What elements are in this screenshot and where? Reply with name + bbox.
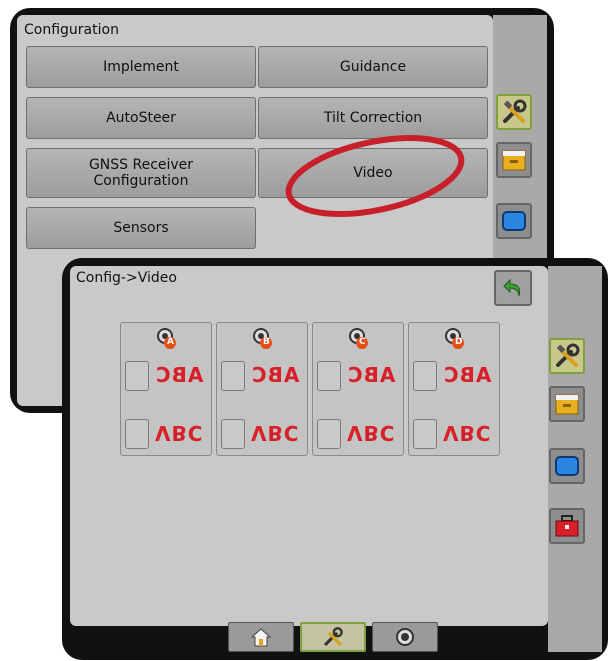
camera-a-checkbox-2[interactable]	[125, 419, 149, 449]
camera-c-checkbox-1[interactable]	[317, 361, 341, 391]
camera-column-b: B ABC VBC	[216, 322, 308, 456]
camera-label: C	[359, 337, 366, 347]
file-cabinet-icon	[555, 394, 579, 415]
file-cabinet-side-button[interactable]	[496, 142, 532, 178]
video-config-title: Config->Video	[76, 270, 177, 286]
camera-d-checkbox-2[interactable]	[413, 419, 437, 449]
toolbox-side-button[interactable]	[549, 508, 585, 544]
back-arrow-icon	[503, 278, 521, 297]
camera-column-c: C ABC VBC	[312, 322, 404, 456]
camera-orientation-label: ABC	[443, 363, 492, 387]
camera-orientation-label: VBC	[155, 421, 204, 445]
monitor-icon	[502, 211, 526, 231]
camera-label: D	[455, 337, 463, 347]
monitor-side-button[interactable]	[549, 448, 585, 484]
camera-column-a: A ABC VBC	[120, 322, 212, 456]
tools-side-button[interactable]	[496, 94, 532, 130]
configuration-title: Configuration	[24, 22, 119, 38]
video-button[interactable]: Video	[258, 148, 488, 198]
camera-icon	[396, 628, 414, 646]
camera-column-d: D ABC VBC	[408, 322, 500, 456]
file-cabinet-side-button[interactable]	[549, 386, 585, 422]
guidance-button[interactable]: Guidance	[258, 46, 488, 88]
camera-a-checkbox-1[interactable]	[125, 361, 149, 391]
tilt-correction-button[interactable]: Tilt Correction	[258, 97, 488, 139]
camera-orientation-label: VBC	[443, 421, 492, 445]
autosteer-button[interactable]: AutoSteer	[26, 97, 256, 139]
tools-icon	[556, 343, 580, 367]
file-cabinet-icon	[502, 150, 526, 171]
camera-orientation-label: ABC	[347, 363, 396, 387]
tools-icon	[324, 627, 343, 646]
camera-orientation-label: VBC	[251, 421, 300, 445]
implement-button[interactable]: Implement	[26, 46, 256, 88]
toolbox-icon	[555, 515, 579, 537]
camera-label: B	[263, 337, 270, 347]
back-button[interactable]	[494, 270, 532, 306]
camera-orientation-label: ABC	[251, 363, 300, 387]
camera-label: A	[167, 337, 174, 347]
monitor-side-button[interactable]	[496, 203, 532, 239]
camera-orientation-label: VBC	[347, 421, 396, 445]
sensors-button[interactable]: Sensors	[26, 207, 256, 249]
gnss-receiver-configuration-button[interactable]: GNSS Receiver Configuration	[26, 148, 256, 198]
camera-orientation-label: ABC	[155, 363, 204, 387]
camera-tab[interactable]	[372, 622, 438, 652]
home-tab[interactable]	[228, 622, 294, 652]
tools-side-button[interactable]	[549, 338, 585, 374]
camera-d-checkbox-1[interactable]	[413, 361, 437, 391]
video-config-panel: Config->Video	[62, 258, 608, 660]
home-icon	[250, 628, 272, 647]
monitor-icon	[555, 456, 579, 476]
camera-b-checkbox-2[interactable]	[221, 419, 245, 449]
camera-c-checkbox-2[interactable]	[317, 419, 341, 449]
tools-icon	[503, 99, 527, 123]
tools-tab[interactable]	[300, 622, 366, 652]
camera-b-checkbox-1[interactable]	[221, 361, 245, 391]
